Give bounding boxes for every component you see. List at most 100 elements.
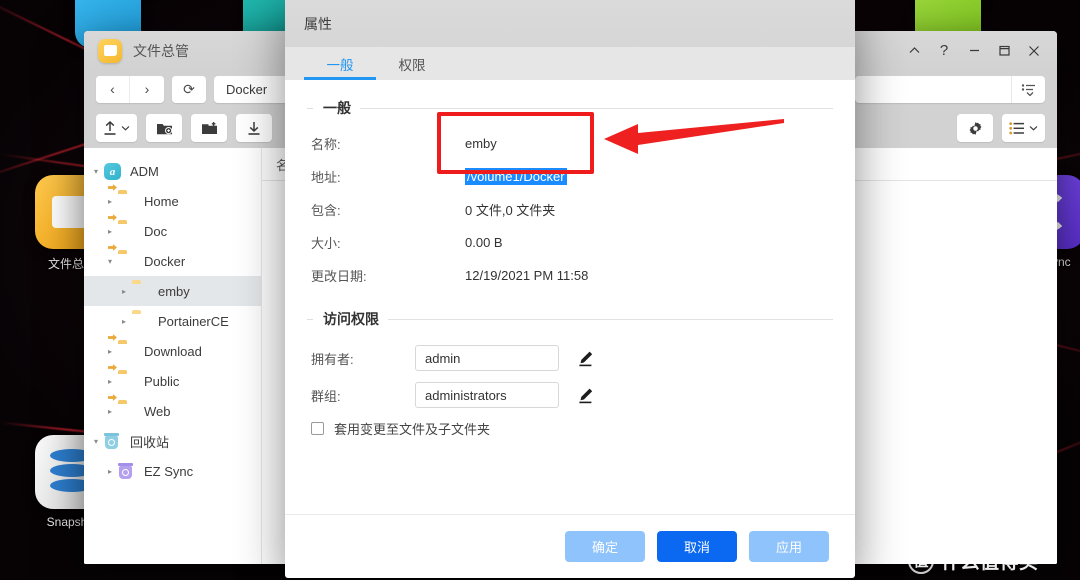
permission-section-legend: 访问权限 <box>307 309 833 329</box>
dialog-footer: 确定 取消 应用 <box>285 514 855 578</box>
search-input[interactable] <box>855 75 1045 103</box>
tree-item-web[interactable]: ▸ Web <box>84 396 261 426</box>
new-shared-folder-button[interactable] <box>191 114 227 142</box>
watermark-mark: 值 <box>908 547 934 574</box>
window-controls: ? <box>899 36 1049 66</box>
folder-icon <box>132 283 151 299</box>
tree-item-label: ADM <box>130 163 159 179</box>
tree-item-label: emby <box>158 283 190 299</box>
apply-to-subfolders-row[interactable]: 套用变更至文件及子文件夹 <box>307 419 833 438</box>
tab-general[interactable]: 一般 <box>304 47 376 80</box>
watermark-text: 什么值得买 <box>941 552 1039 573</box>
pencil-icon[interactable] <box>575 385 595 405</box>
shared-folder-icon <box>118 403 137 419</box>
tree-item-emby[interactable]: ▸ emby <box>84 276 261 306</box>
new-folder-button[interactable] <box>146 114 182 142</box>
maximize-icon[interactable] <box>989 36 1019 66</box>
twisty-icon[interactable]: ▸ <box>116 287 132 296</box>
general-legend-text: 一般 <box>323 100 351 116</box>
folder-tree: ▾ a ADM ▸ Home ▸ Doc ▾ Docker ▸ emby ▸ P… <box>84 148 262 564</box>
list-view-icon <box>1009 121 1024 134</box>
ok-button[interactable]: 确定 <box>565 531 645 562</box>
tree-item-ez-sync[interactable]: ▸ EZ Sync <box>84 456 261 486</box>
view-mode-button[interactable] <box>1002 114 1045 142</box>
tree-item-label: Docker <box>144 253 186 269</box>
tree-item-portainerce[interactable]: ▸ PortainerCE <box>84 306 261 336</box>
tree-item-adm[interactable]: ▾ a ADM <box>84 156 261 186</box>
tree-item-recycle-bin[interactable]: ▾ 回收站 <box>84 426 261 456</box>
tree-item-label: Download <box>144 343 202 359</box>
twisty-icon[interactable]: ▸ <box>116 317 132 326</box>
chevron-down-icon <box>121 126 130 131</box>
tree-item-doc[interactable]: ▸ Doc <box>84 216 261 246</box>
nav-history-group: ‹ › <box>96 75 164 103</box>
file-explorer-title: 文件总管 <box>133 42 189 59</box>
apply-to-subfolders-label: 套用变更至文件及子文件夹 <box>334 422 491 437</box>
tree-item-public[interactable]: ▸ Public <box>84 366 261 396</box>
owner-label: 拥有者: <box>311 351 354 367</box>
property-row-size: 大小: 0.00 B <box>307 230 833 254</box>
chevron-up-icon[interactable] <box>899 36 929 66</box>
tree-item-download[interactable]: ▸ Download <box>84 336 261 366</box>
download-button[interactable] <box>236 114 272 142</box>
apply-to-subfolders-checkbox[interactable] <box>311 422 324 435</box>
tree-item-docker[interactable]: ▾ Docker <box>84 246 261 276</box>
file-explorer-icon <box>98 38 122 63</box>
filter-icon[interactable] <box>1011 75 1045 103</box>
folder-icon <box>132 313 151 329</box>
tree-item-label: Web <box>144 403 171 419</box>
pencil-icon[interactable] <box>575 348 595 368</box>
tree-item-label: Home <box>144 193 179 209</box>
chevron-down-icon <box>1029 126 1038 131</box>
refresh-group: ⟳ <box>172 75 206 103</box>
property-row-contains: 包含: 0 文件,0 文件夹 <box>307 197 833 221</box>
permission-legend-text: 访问权限 <box>323 311 379 327</box>
owner-field[interactable]: admin <box>415 345 559 371</box>
forward-button[interactable]: › <box>130 75 164 103</box>
twisty-icon[interactable]: ▸ <box>102 407 118 416</box>
twisty-icon[interactable]: ▾ <box>88 167 104 176</box>
twisty-icon[interactable]: ▸ <box>102 227 118 236</box>
property-row-name: 名称: emby <box>307 131 833 155</box>
help-icon[interactable]: ? <box>929 36 959 66</box>
property-label: 包含: <box>311 202 341 218</box>
dialog-title: 属性 <box>285 0 855 47</box>
group-field[interactable]: administrators <box>415 382 559 408</box>
shared-folder-icon <box>118 193 137 209</box>
twisty-icon[interactable]: ▸ <box>102 377 118 386</box>
property-value-modified: 12/19/2021 PM 11:58 <box>465 267 589 283</box>
twisty-icon[interactable]: ▸ <box>102 197 118 206</box>
dialog-tabs: 一般 权限 <box>285 47 855 80</box>
property-row-path: 地址: /volume1/Docker <box>307 164 833 188</box>
adm-icon: a <box>104 163 123 180</box>
cancel-button[interactable]: 取消 <box>657 531 737 562</box>
back-button[interactable]: ‹ <box>96 75 130 103</box>
property-value-size: 0.00 B <box>465 234 503 250</box>
group-row: 群组: administrators <box>307 382 833 408</box>
settings-button[interactable] <box>957 114 993 142</box>
tab-permissions[interactable]: 权限 <box>376 47 448 80</box>
upload-button[interactable] <box>96 114 137 142</box>
twisty-icon[interactable]: ▸ <box>102 467 118 476</box>
twisty-icon[interactable]: ▸ <box>102 347 118 356</box>
tree-item-label: Doc <box>144 223 168 239</box>
property-label: 更改日期: <box>311 268 367 284</box>
properties-dialog: 属性 一般 权限 一般 名称: emby 地址: /volume1/Docker… <box>285 0 855 578</box>
twisty-icon[interactable]: ▾ <box>88 437 104 446</box>
recycle-bin-icon <box>104 433 123 449</box>
close-icon[interactable] <box>1019 36 1049 66</box>
twisty-icon[interactable]: ▾ <box>102 257 118 266</box>
dialog-content: 一般 名称: emby 地址: /volume1/Docker 包含: 0 文件… <box>285 80 855 514</box>
property-value-path[interactable]: /volume1/Docker <box>465 167 567 185</box>
property-value-contains: 0 文件,0 文件夹 <box>465 202 556 218</box>
refresh-button[interactable]: ⟳ <box>172 75 206 103</box>
minimize-icon[interactable] <box>959 36 989 66</box>
tree-item-label: EZ Sync <box>144 463 194 479</box>
apply-button[interactable]: 应用 <box>749 531 829 562</box>
property-label: 名称: <box>311 136 341 152</box>
tree-item-home[interactable]: ▸ Home <box>84 186 261 216</box>
property-label: 大小: <box>311 235 341 251</box>
property-label: 地址: <box>311 169 341 185</box>
property-value-name: emby <box>465 135 497 151</box>
general-section-legend: 一般 <box>307 98 833 118</box>
